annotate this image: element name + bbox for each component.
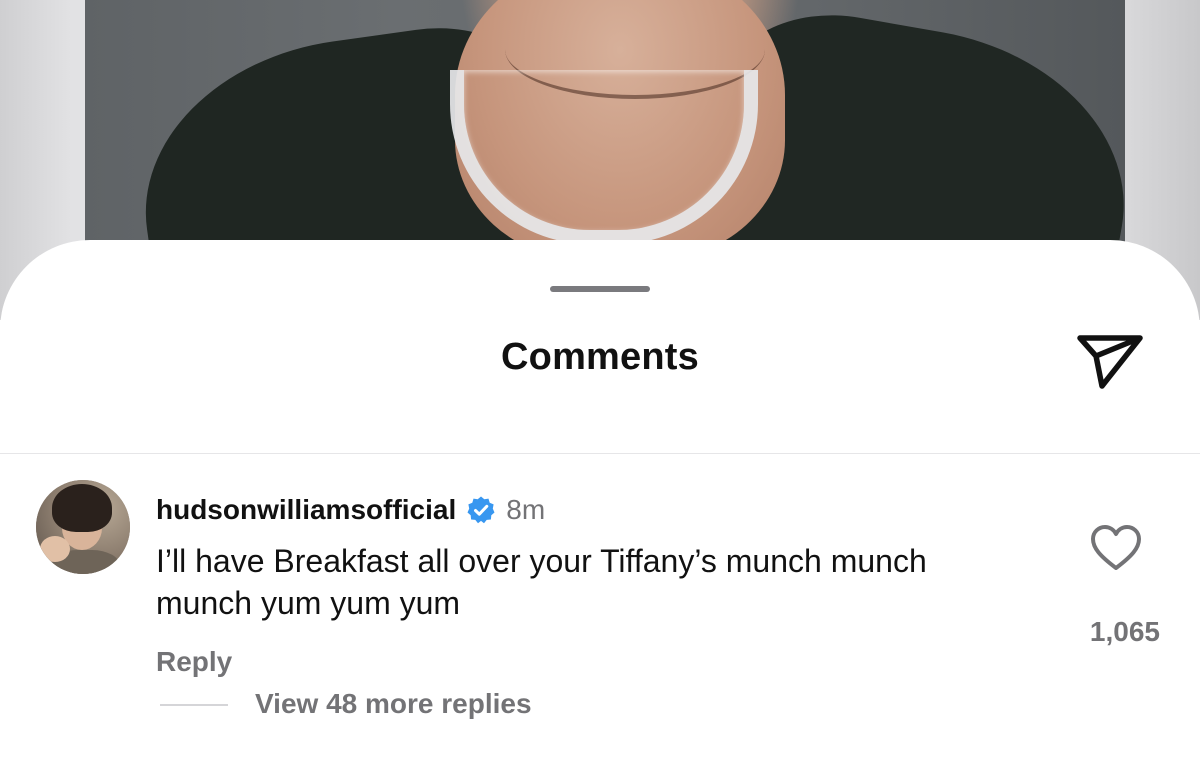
avatar-hand [40,536,70,562]
replies-thread-line [160,704,228,706]
share-button[interactable] [1074,330,1146,392]
like-button[interactable] [1090,524,1142,572]
comment-meta: hudsonwilliamsofficial 8m [156,492,545,528]
reply-button[interactable]: Reply [156,646,232,678]
verified-badge-icon [467,496,495,524]
comment-item: hudsonwilliamsofficial 8m I’ll have Brea… [0,480,1200,757]
comment-timestamp: 8m [506,494,546,525]
heart-outline-icon [1091,525,1141,570]
like-count: 1,065 [1089,616,1160,647]
screen: Comments hudsonwilliamsofficial 8m I’ll … [0,0,1200,757]
send-icon [1077,335,1143,389]
view-replies-button[interactable]: View 48 more replies [255,688,532,720]
comment-text: I’ll have Breakfast all over your Tiffan… [156,543,927,621]
comments-sheet: Comments hudsonwilliamsofficial 8m I’ll … [0,240,1200,757]
sheet-drag-handle[interactable] [550,286,650,292]
comment-username[interactable]: hudsonwilliamsofficial [156,494,456,526]
header-divider [0,453,1200,454]
sheet-title: Comments [501,336,699,378]
avatar-hair [52,484,112,532]
avatar[interactable] [36,480,130,574]
